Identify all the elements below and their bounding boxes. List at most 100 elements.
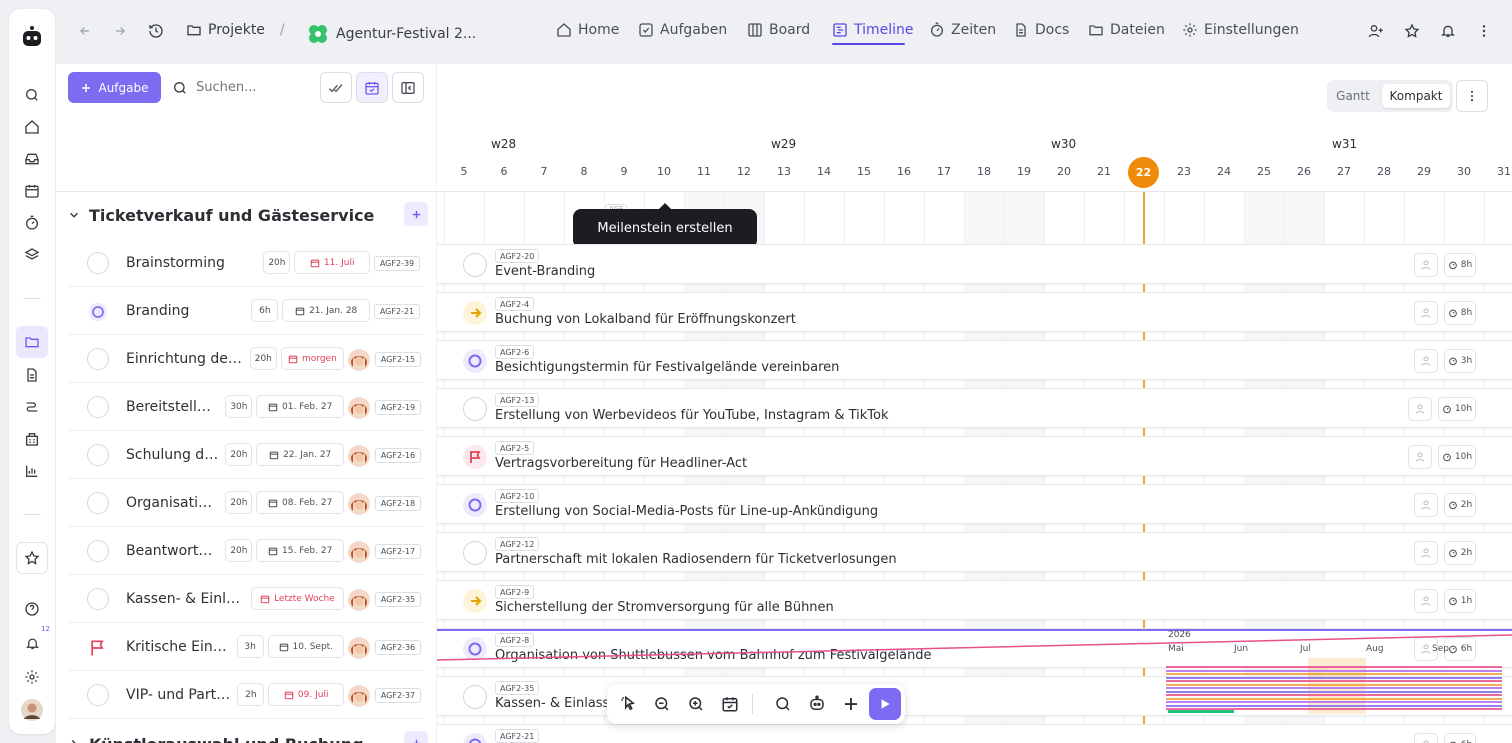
breadcrumb-project[interactable]: Agentur-Festival 2...: [306, 22, 476, 46]
settings-gear-icon[interactable]: [20, 665, 44, 689]
timer-icon[interactable]: [20, 211, 44, 235]
assign-user-icon[interactable]: [1414, 301, 1438, 325]
calendar-icon[interactable]: [20, 179, 44, 203]
status-open-icon[interactable]: [87, 588, 109, 610]
timeline-task-bar[interactable]: AGF2-9 Sicherstellung der Stromversorgung…: [437, 580, 1512, 620]
timeline-task-bar[interactable]: AGF2-10 Erstellung von Social-Media-Posts…: [437, 484, 1512, 524]
group-add-button[interactable]: [404, 202, 428, 226]
forward-arrow-icon[interactable]: [110, 21, 130, 41]
ai-assistant-icon[interactable]: [805, 692, 829, 716]
nav-docs[interactable]: Docs: [1013, 22, 1069, 38]
task-row[interactable]: AGF2-17 15. Feb. 27 20h Beantwortung v...: [68, 527, 424, 575]
status-in-progress-icon[interactable]: [86, 300, 110, 324]
status-arrow-icon[interactable]: [463, 301, 487, 325]
nav-board[interactable]: Board: [747, 22, 810, 38]
task-name[interactable]: Schulung des Teams ...: [126, 447, 219, 463]
task-row[interactable]: AGF2-15 morgen 20h Einrichtung des O...: [68, 335, 424, 383]
status-open-icon[interactable]: [87, 396, 109, 418]
due-date-chip[interactable]: 08. Feb. 27: [256, 491, 344, 514]
status-open-icon[interactable]: [463, 685, 487, 709]
help-icon[interactable]: [20, 597, 44, 621]
status-in-progress-icon[interactable]: [463, 493, 487, 517]
star-icon[interactable]: [1402, 21, 1422, 41]
workflow-icon[interactable]: [20, 395, 44, 419]
timeline-task-bar[interactable]: AGF2-4 Buchung von Lokalband für Eröffnun…: [437, 292, 1512, 332]
assign-user-icon[interactable]: [1408, 445, 1432, 469]
task-row[interactable]: AGF2-37 09. Juli 2h VIP- und Partnerlo...: [68, 671, 424, 719]
nav-dateien[interactable]: Dateien: [1088, 22, 1165, 38]
add-task-button[interactable]: Aufgabe: [68, 72, 161, 103]
status-open-icon[interactable]: [463, 541, 487, 565]
view-gantt-button[interactable]: Gantt: [1331, 84, 1375, 108]
zoom-in-icon[interactable]: [684, 692, 708, 716]
task-name[interactable]: Kassen- & Einla...: [126, 591, 245, 607]
task-name[interactable]: Beantwortung v...: [126, 543, 219, 559]
task-row[interactable]: AGF2-39 11. Juli 20h Brainstorming: [68, 239, 424, 287]
timeline-task-bar[interactable]: AGF2-20 Event-Branding 8h: [437, 244, 1512, 284]
timeline-task-bar[interactable]: AGF2-21 6h: [437, 724, 1512, 743]
nav-timeline[interactable]: Timeline: [832, 22, 914, 38]
building-icon[interactable]: [20, 427, 44, 451]
nav-zeiten[interactable]: Zeiten: [929, 22, 996, 38]
search-icon[interactable]: [20, 83, 44, 107]
status-open-icon[interactable]: [87, 348, 109, 370]
status-in-progress-icon[interactable]: [463, 733, 487, 743]
assign-user-icon[interactable]: [1408, 397, 1432, 421]
more-vertical-icon[interactable]: [1474, 21, 1494, 41]
back-arrow-icon[interactable]: [75, 21, 95, 41]
due-date-chip[interactable]: 22. Jan. 27: [256, 443, 344, 466]
assign-user-icon[interactable]: [1414, 589, 1438, 613]
status-flag-icon[interactable]: [463, 445, 487, 469]
assignee-avatar[interactable]: [348, 349, 370, 371]
user-avatar[interactable]: [20, 698, 44, 722]
date-view-button[interactable]: [356, 72, 388, 103]
estimate-chip[interactable]: 6h: [1444, 733, 1476, 743]
status-flag-icon[interactable]: [86, 636, 110, 660]
inbox-icon[interactable]: [20, 147, 44, 171]
task-name[interactable]: Einrichtung des O...: [126, 351, 244, 367]
assignee-avatar[interactable]: [348, 685, 370, 707]
hours-chip[interactable]: 20h: [225, 539, 253, 562]
search-icon[interactable]: [771, 692, 795, 716]
due-date-chip[interactable]: 21. Jan. 28: [282, 299, 370, 322]
group-kuenstlerauswahl[interactable]: Künstlerauswahl und Buchung: [56, 721, 436, 743]
estimate-chip[interactable]: 2h: [1444, 541, 1476, 565]
status-open-icon[interactable]: [87, 252, 109, 274]
status-open-icon[interactable]: [463, 253, 487, 277]
hours-chip[interactable]: 20h: [249, 347, 277, 370]
status-open-icon[interactable]: [87, 444, 109, 466]
status-open-icon[interactable]: [87, 684, 109, 706]
timeline-minimap[interactable]: 2026 Mai Jun Jul Aug Sep: [1164, 630, 1504, 720]
history-icon[interactable]: [146, 21, 166, 41]
due-date-chip[interactable]: 11. Juli: [294, 251, 370, 274]
status-open-icon[interactable]: [87, 492, 109, 514]
add-icon[interactable]: [839, 692, 863, 716]
play-button[interactable]: [869, 688, 901, 720]
estimate-chip[interactable]: 10h: [1438, 445, 1476, 469]
due-date-chip[interactable]: 15. Feb. 27: [256, 539, 344, 562]
document-icon[interactable]: [20, 363, 44, 387]
task-name[interactable]: Kritische Einlass-...: [126, 639, 231, 655]
assign-user-icon[interactable]: [1414, 349, 1438, 373]
estimate-chip[interactable]: 10h: [1438, 397, 1476, 421]
task-row[interactable]: AGF2-16 22. Jan. 27 20h Schulung des Teams …: [68, 431, 424, 479]
timeline-task-bar[interactable]: AGF2-6 Besichtigungstermin für Festivalge…: [437, 340, 1512, 380]
hours-chip[interactable]: 20h: [225, 491, 253, 514]
chart-icon[interactable]: [20, 459, 44, 483]
logo-icon[interactable]: [19, 24, 45, 50]
hours-chip[interactable]: 3h: [236, 635, 264, 658]
hours-chip[interactable]: 20h: [263, 251, 291, 274]
group-add-button[interactable]: [404, 731, 428, 743]
task-row[interactable]: AGF2-19 01. Feb. 27 30h Bereitstellung v...: [68, 383, 424, 431]
nav-einstellungen[interactable]: Einstellungen: [1182, 22, 1299, 38]
due-date-chip[interactable]: 09. Juli: [268, 683, 344, 706]
task-row[interactable]: AGF2-36 10. Sept. 3h Kritische Einlass-...: [68, 623, 424, 671]
due-date-chip[interactable]: 01. Feb. 27: [256, 395, 344, 418]
due-date-chip[interactable]: morgen: [280, 347, 344, 370]
jump-to-today-icon[interactable]: [718, 692, 742, 716]
assignee-avatar[interactable]: [348, 493, 370, 515]
task-name[interactable]: Branding: [126, 303, 245, 319]
status-arrow-icon[interactable]: [463, 589, 487, 613]
assignee-avatar[interactable]: [348, 397, 370, 419]
assignee-avatar[interactable]: [348, 445, 370, 467]
